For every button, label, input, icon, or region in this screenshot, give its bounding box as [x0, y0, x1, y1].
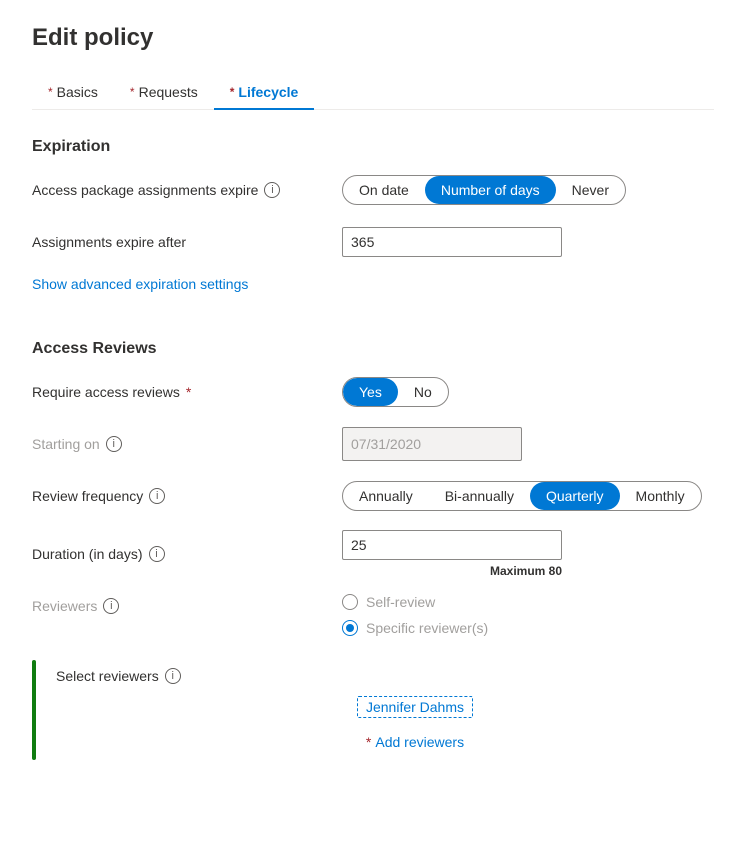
- add-reviewers-label: Add reviewers: [375, 734, 464, 750]
- page-container: Edit policy * Basics * Requests * Lifecy…: [0, 0, 746, 784]
- freq-quarterly-option[interactable]: Quarterly: [530, 482, 620, 510]
- require-reviews-row: Require access reviews * Yes No: [32, 374, 714, 410]
- reviewers-control: Self-review Specific reviewer(s): [342, 594, 714, 636]
- tab-basics[interactable]: * Basics: [32, 76, 114, 110]
- duration-info-icon[interactable]: i: [149, 546, 165, 562]
- add-reviewers-wrapper: * Add reviewers: [116, 726, 714, 750]
- require-reviews-control: Yes No: [342, 377, 714, 407]
- reviewers-radio-group: Self-review Specific reviewer(s): [342, 594, 714, 636]
- review-frequency-row: Review frequency i Annually Bi-annually …: [32, 478, 714, 514]
- expire-toggle-group: On date Number of days Never: [342, 175, 626, 205]
- starting-on-info-icon[interactable]: i: [106, 436, 122, 452]
- access-reviews-section: Access Reviews Require access reviews * …: [32, 340, 714, 636]
- reviewer-name-link[interactable]: Jennifer Dahms: [357, 696, 473, 718]
- specific-reviewer-option[interactable]: Specific reviewer(s): [342, 620, 714, 636]
- select-reviewers-section: Select reviewers i Jennifer Dahms * Add …: [32, 660, 714, 760]
- tabs-container: * Basics * Requests * Lifecycle: [32, 76, 714, 110]
- reviewer-name-wrapper: Jennifer Dahms: [116, 696, 714, 718]
- expire-after-label: Assignments expire after: [32, 234, 342, 250]
- starting-on-label: Starting on i: [32, 436, 342, 452]
- select-reviewers-info-icon[interactable]: i: [165, 668, 181, 684]
- expire-after-control: [342, 227, 714, 257]
- duration-label: Duration (in days) i: [32, 546, 342, 562]
- expire-label: Access package assignments expire i: [32, 182, 342, 198]
- reviewers-info-icon[interactable]: i: [103, 598, 119, 614]
- frequency-info-icon[interactable]: i: [149, 488, 165, 504]
- date-input-wrapper: 📅: [342, 427, 522, 461]
- require-no-option[interactable]: No: [398, 378, 448, 406]
- starting-on-control: 📅: [342, 427, 714, 461]
- duration-max-label: Maximum 80: [342, 564, 562, 578]
- duration-wrapper: Maximum 80: [342, 530, 714, 578]
- access-reviews-title: Access Reviews: [32, 340, 714, 358]
- duration-control: Maximum 80: [342, 530, 714, 578]
- require-yes-option[interactable]: Yes: [343, 378, 398, 406]
- frequency-toggle-group: Annually Bi-annually Quarterly Monthly: [342, 481, 702, 511]
- review-frequency-label: Review frequency i: [32, 488, 342, 504]
- freq-monthly-option[interactable]: Monthly: [620, 482, 701, 510]
- expire-row: Access package assignments expire i On d…: [32, 172, 714, 208]
- expire-info-icon[interactable]: i: [264, 182, 280, 198]
- expire-after-row: Assignments expire after: [32, 224, 714, 260]
- select-reviewers-label: Select reviewers: [56, 668, 159, 684]
- specific-reviewer-label: Specific reviewer(s): [366, 620, 488, 636]
- self-review-option[interactable]: Self-review: [342, 594, 714, 610]
- expire-number-of-days-option[interactable]: Number of days: [425, 176, 556, 204]
- frequency-control: Annually Bi-annually Quarterly Monthly: [342, 481, 714, 511]
- freq-annually-option[interactable]: Annually: [343, 482, 429, 510]
- tab-lifecycle[interactable]: * Lifecycle: [214, 76, 315, 110]
- expiration-title: Expiration: [32, 138, 714, 156]
- require-reviews-label: Require access reviews *: [32, 384, 342, 400]
- expire-never-option[interactable]: Never: [556, 176, 625, 204]
- expire-on-date-option[interactable]: On date: [343, 176, 425, 204]
- reviewers-label: Reviewers i: [32, 594, 342, 614]
- tab-requests[interactable]: * Requests: [114, 76, 214, 110]
- require-required-star: *: [186, 384, 191, 400]
- expiration-section: Expiration Access package assignments ex…: [32, 138, 714, 316]
- duration-input[interactable]: [342, 530, 562, 560]
- select-reviewers-label-row: Select reviewers i: [56, 668, 714, 684]
- expire-after-input[interactable]: [342, 227, 562, 257]
- advanced-expiration-link[interactable]: Show advanced expiration settings: [32, 276, 248, 292]
- lifecycle-required-star: *: [230, 85, 235, 99]
- self-review-radio[interactable]: [342, 594, 358, 610]
- add-reviewers-required-star: *: [366, 734, 371, 750]
- starting-on-row: Starting on i 📅: [32, 426, 714, 462]
- duration-row: Duration (in days) i Maximum 80: [32, 530, 714, 578]
- basics-required-star: *: [48, 85, 53, 99]
- reviewer-content: Select reviewers i Jennifer Dahms * Add …: [56, 660, 714, 760]
- add-reviewers-link[interactable]: * Add reviewers: [366, 734, 464, 750]
- reviewers-row: Reviewers i Self-review Specific reviewe…: [32, 594, 714, 636]
- require-toggle-group: Yes No: [342, 377, 449, 407]
- self-review-label: Self-review: [366, 594, 435, 610]
- starting-on-input[interactable]: [343, 430, 522, 458]
- freq-bi-annually-option[interactable]: Bi-annually: [429, 482, 530, 510]
- specific-reviewer-radio[interactable]: [342, 620, 358, 636]
- requests-required-star: *: [130, 85, 135, 99]
- left-green-bar: [32, 660, 36, 760]
- page-title: Edit policy: [32, 24, 714, 52]
- expire-toggle-control: On date Number of days Never: [342, 175, 714, 205]
